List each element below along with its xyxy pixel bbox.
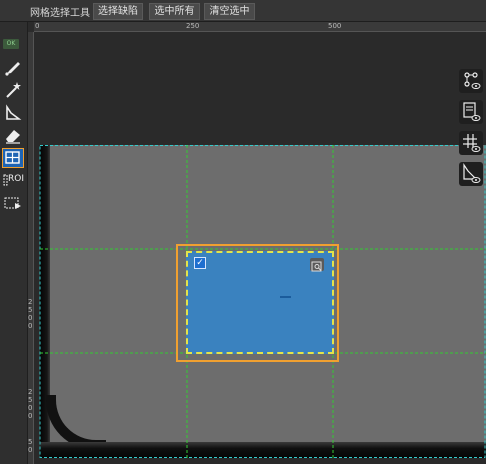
ruler-tick-label: 0 <box>28 322 33 330</box>
defect-marker <box>280 296 291 298</box>
horizontal-ruler: 0 250 500 <box>34 22 486 32</box>
brush-icon <box>5 62 20 76</box>
measure-visibility-icon <box>463 163 481 183</box>
ruler-tick-label: 250 <box>186 22 200 30</box>
mask-play-icon <box>4 197 21 209</box>
list-visibility-button[interactable] <box>459 100 483 124</box>
grid-select-icon <box>5 151 20 164</box>
app-window: 网格选择工具 选择缺陷 选中所有 清空选中 OK ROI 0 250 500 2… <box>0 0 486 464</box>
image-dark-edge <box>40 442 486 458</box>
grid-visibility-button[interactable] <box>459 131 483 155</box>
ruler-tick-label: 0 <box>28 404 33 412</box>
tool-palette: OK ROI <box>0 22 28 464</box>
ruler-tick-label: 0 <box>28 412 33 420</box>
ruler-tick-label: 500 <box>328 22 342 30</box>
ruler-tick-label: 0 <box>28 314 33 322</box>
ruler-tick-label: 2 <box>28 388 33 396</box>
polygon-lasso-tool[interactable] <box>2 103 24 123</box>
ruler-tick-label: 2 <box>28 298 33 306</box>
polygon-lasso-icon <box>6 104 22 120</box>
ruler-tick-label: 5 <box>28 396 33 404</box>
node-visibility-button[interactable] <box>459 69 483 93</box>
grid-visibility-icon <box>463 134 481 152</box>
eraser-icon <box>6 130 20 144</box>
ruler-tick-label: 5 <box>28 306 33 314</box>
tool-title: 网格选择工具 <box>30 8 90 19</box>
list-visibility-icon <box>463 102 481 121</box>
eraser-tool[interactable] <box>2 125 24 145</box>
roi-tool[interactable]: ROI <box>2 172 24 192</box>
roi-label: ROI <box>8 174 24 184</box>
magic-wand-tool[interactable] <box>2 80 24 100</box>
measure-visibility-button[interactable] <box>459 162 483 186</box>
ruler-tick-label: 0 <box>35 22 40 30</box>
ruler-tick-label: 5 <box>28 438 33 446</box>
ruler-tick-label: 0 <box>28 446 33 454</box>
ok-badge: OK <box>3 39 19 49</box>
zoom-icon <box>311 261 322 272</box>
top-toolbar: 网格选择工具 选择缺陷 选中所有 清空选中 <box>0 0 486 22</box>
brush-tool[interactable] <box>2 58 24 78</box>
mask-play-tool[interactable] <box>2 194 24 214</box>
magic-wand-icon <box>6 82 21 98</box>
cell-checkbox[interactable]: ✓ <box>194 257 206 269</box>
node-visibility-icon <box>464 72 481 89</box>
clear-selection-button[interactable]: 清空选中 <box>204 3 255 20</box>
cell-zoom-button[interactable] <box>310 258 324 272</box>
select-all-button[interactable]: 选中所有 <box>149 3 200 20</box>
select-defect-button[interactable]: 选择缺陷 <box>93 3 143 20</box>
grid-select-tool[interactable] <box>2 148 24 168</box>
